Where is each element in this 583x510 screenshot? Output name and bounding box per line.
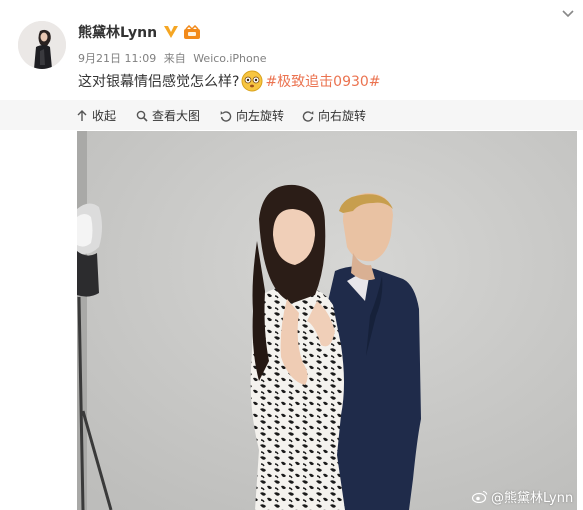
post-photo[interactable]: [77, 131, 577, 510]
curious-face-emoji: [241, 70, 263, 92]
user-name[interactable]: 熊黛林Lynn: [78, 22, 157, 42]
rotate-left-button[interactable]: 向左旋转: [220, 107, 284, 124]
view-large-label: 查看大图: [152, 109, 201, 123]
name-row: 熊黛林Lynn: [78, 22, 201, 42]
rotate-left-icon: [220, 110, 232, 122]
weibo-post-card: 熊黛林Lynn 9月21日 11:09 来自 Weico.iPhone 这对银幕…: [0, 0, 583, 510]
arrow-up-icon: [77, 109, 87, 121]
source-app[interactable]: Weico.iPhone: [193, 52, 266, 65]
hashtag-link[interactable]: #极致追击0930#: [265, 71, 380, 91]
post-body: 这对银幕情侣感觉怎么样?: [78, 74, 240, 90]
weibo-logo-icon: [472, 490, 488, 503]
timestamp[interactable]: 9月21日 11:09: [78, 52, 156, 65]
verified-v-icon: [164, 26, 179, 38]
chevron-down-icon[interactable]: [562, 10, 574, 18]
post-meta: 9月21日 11:09 来自 Weico.iPhone: [78, 50, 270, 66]
rotate-right-icon: [302, 110, 314, 122]
rotate-left-label: 向左旋转: [236, 109, 285, 123]
via-prefix: 来自: [163, 52, 186, 65]
collapse-button[interactable]: 收起: [76, 107, 116, 124]
magnifier-icon: [136, 110, 148, 122]
member-badge-icon[interactable]: [183, 24, 201, 40]
watermark: @熊黛林Lynn: [472, 487, 573, 506]
image-action-bar: 收起 查看大图 向左旋转 向右旋转: [0, 100, 583, 130]
avatar[interactable]: [18, 21, 66, 69]
watermark-text: @熊黛林Lynn: [491, 491, 574, 506]
collapse-label: 收起: [92, 109, 117, 123]
rotate-right-label: 向右旋转: [318, 109, 367, 123]
view-large-button[interactable]: 查看大图: [136, 107, 200, 124]
rotate-right-button[interactable]: 向右旋转: [302, 107, 366, 124]
post-text: 这对银幕情侣感觉怎么样? #极致追击0930#: [78, 70, 381, 92]
